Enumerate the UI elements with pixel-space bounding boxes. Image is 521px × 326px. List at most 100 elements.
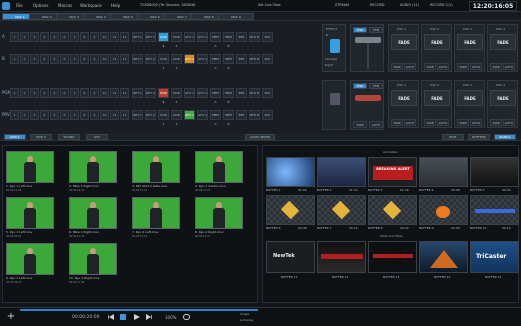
bus-button[interactable]: 1 [10, 110, 19, 120]
source-button[interactable]: GFX 2 [197, 54, 208, 64]
still-slot[interactable] [419, 241, 468, 273]
clip-thumbnail[interactable] [132, 151, 180, 183]
buffer-slot[interactable] [419, 157, 468, 187]
bus-button[interactable]: 4 [40, 32, 49, 42]
take-button[interactable]: TAKE [490, 63, 502, 70]
take-button[interactable]: TAKE [391, 63, 403, 70]
auto-button[interactable]: AUTO [369, 121, 383, 128]
bus-button[interactable]: 2 [20, 32, 29, 42]
bus-button[interactable]: 6 [60, 32, 69, 42]
take-button[interactable]: TAKE [353, 121, 367, 128]
effect-icon[interactable] [330, 39, 340, 53]
source-button[interactable]: MEM B [223, 54, 234, 70]
clip-thumbnail[interactable] [195, 197, 243, 229]
loop-mode[interactable]: Single [240, 312, 249, 316]
audio-status[interactable]: AUDIO (11) [400, 3, 419, 7]
source-button[interactable]: GFX 2 [197, 32, 208, 42]
stop-icon[interactable] [120, 314, 126, 320]
tbar-handle[interactable] [355, 95, 381, 101]
bus-button[interactable]: 11 [110, 54, 119, 64]
clip-thumbnail[interactable] [6, 151, 54, 183]
tab-sound[interactable]: SOUND [58, 134, 80, 140]
bus-button[interactable]: 4 [40, 88, 49, 98]
source-button[interactable]: BLK [262, 32, 273, 42]
bus-button[interactable]: 10 [100, 88, 109, 98]
clip-thumbnail[interactable] [69, 243, 117, 275]
bus-button[interactable]: 6 [60, 110, 69, 120]
bus-button[interactable]: 3 [30, 54, 39, 64]
still-slot[interactable]: TriCaster [470, 241, 519, 273]
fade-button[interactable]: FADE [490, 34, 516, 50]
fade-button[interactable]: FADE [457, 90, 483, 106]
still-slot[interactable]: NewTek [266, 241, 315, 273]
bus-button[interactable]: 9 [90, 110, 99, 120]
bus-button[interactable]: 4 [40, 54, 49, 64]
auto-button[interactable]: AUTO [503, 63, 515, 70]
tab-audio-mixer[interactable]: AUDIO MIXER [245, 134, 275, 140]
take-button[interactable]: TAKE [490, 119, 502, 126]
source-button[interactable]: NET 1 [132, 88, 143, 98]
buffer-slot[interactable] [266, 195, 315, 225]
effect-icon[interactable] [330, 93, 340, 105]
source-button[interactable]: BFR [236, 88, 247, 98]
source-button[interactable]: GFX 2 [197, 88, 208, 98]
bus-button[interactable]: 11 [110, 110, 119, 120]
macro-tab[interactable]: MAC 9 [218, 13, 254, 20]
bus-button[interactable]: 7 [70, 110, 79, 120]
clip-thumbnail[interactable] [6, 243, 54, 275]
source-button[interactable]: DDR 1 [158, 32, 169, 48]
buffer-slot[interactable] [266, 157, 315, 187]
take-button[interactable]: TAKE [424, 119, 436, 126]
clip-thumbnail[interactable] [132, 197, 180, 229]
stream-status[interactable]: STREAM [335, 3, 349, 7]
tab-edit[interactable]: EDIT [442, 134, 464, 140]
bus-button[interactable]: 1 [10, 54, 19, 64]
source-button[interactable]: BLK [262, 88, 273, 98]
source-button[interactable]: MEM A [210, 54, 221, 70]
bus-button[interactable]: 9 [90, 54, 99, 64]
take-button[interactable]: TAKE [457, 119, 469, 126]
auto-button[interactable]: AUTO [437, 63, 449, 70]
bus-button[interactable]: 6 [60, 54, 69, 64]
tab-ddr1[interactable]: DDR 1 [4, 134, 26, 140]
ftb-tab[interactable]: FTB [369, 83, 383, 89]
buffer-slot[interactable] [368, 195, 417, 225]
tab-buffers-alt[interactable]: BUFFERS [468, 134, 490, 140]
fade-button[interactable]: FADE [424, 90, 450, 106]
bus-button[interactable]: 10 [100, 54, 109, 64]
live-view-button[interactable]: Set Live View [258, 3, 281, 7]
source-button[interactable]: MEM A [210, 32, 221, 48]
source-button[interactable]: DDR 1 [158, 88, 169, 104]
bus-button[interactable]: 8 [80, 110, 89, 120]
bus-button[interactable]: 7 [70, 88, 79, 98]
source-button[interactable]: NET 1 [132, 54, 143, 64]
play-icon[interactable] [134, 314, 140, 320]
bus-button[interactable]: 4 [40, 110, 49, 120]
tab-gfx[interactable]: GFX [86, 134, 108, 140]
bus-button[interactable]: 8 [80, 88, 89, 98]
buffer-slot[interactable] [470, 157, 519, 187]
bus-button[interactable]: 5 [50, 88, 59, 98]
bus-button[interactable]: 12 [120, 88, 129, 98]
bus-button[interactable]: 2 [20, 88, 29, 98]
play-mode[interactable]: Autoplay [240, 318, 253, 322]
buffer-slot[interactable]: BREAKING ALERT [368, 157, 417, 187]
source-button[interactable]: DDR 2 [171, 54, 182, 70]
auto-button[interactable]: AUTO [470, 63, 482, 70]
menu-file[interactable]: File [16, 3, 23, 8]
source-button[interactable]: GFX 2 [197, 110, 208, 120]
source-button[interactable]: BLK [262, 110, 273, 120]
bus-button[interactable]: 11 [110, 88, 119, 98]
menu-help[interactable]: Help [111, 3, 120, 8]
fade-button[interactable]: FADE [457, 34, 483, 50]
bus-button[interactable]: 12 [120, 32, 129, 42]
bus-button[interactable]: 12 [120, 110, 129, 120]
source-button[interactable]: BFR B [249, 88, 260, 98]
source-button[interactable]: NET 2 [145, 54, 156, 64]
auto-button[interactable]: AUTO [503, 119, 515, 126]
source-button[interactable]: BFR B [249, 32, 260, 42]
source-button[interactable]: DDR 2 [171, 88, 182, 104]
bus-button[interactable]: 12 [120, 54, 129, 64]
source-button[interactable]: MEM B [223, 88, 234, 104]
fade-button[interactable]: FADE [490, 90, 516, 106]
